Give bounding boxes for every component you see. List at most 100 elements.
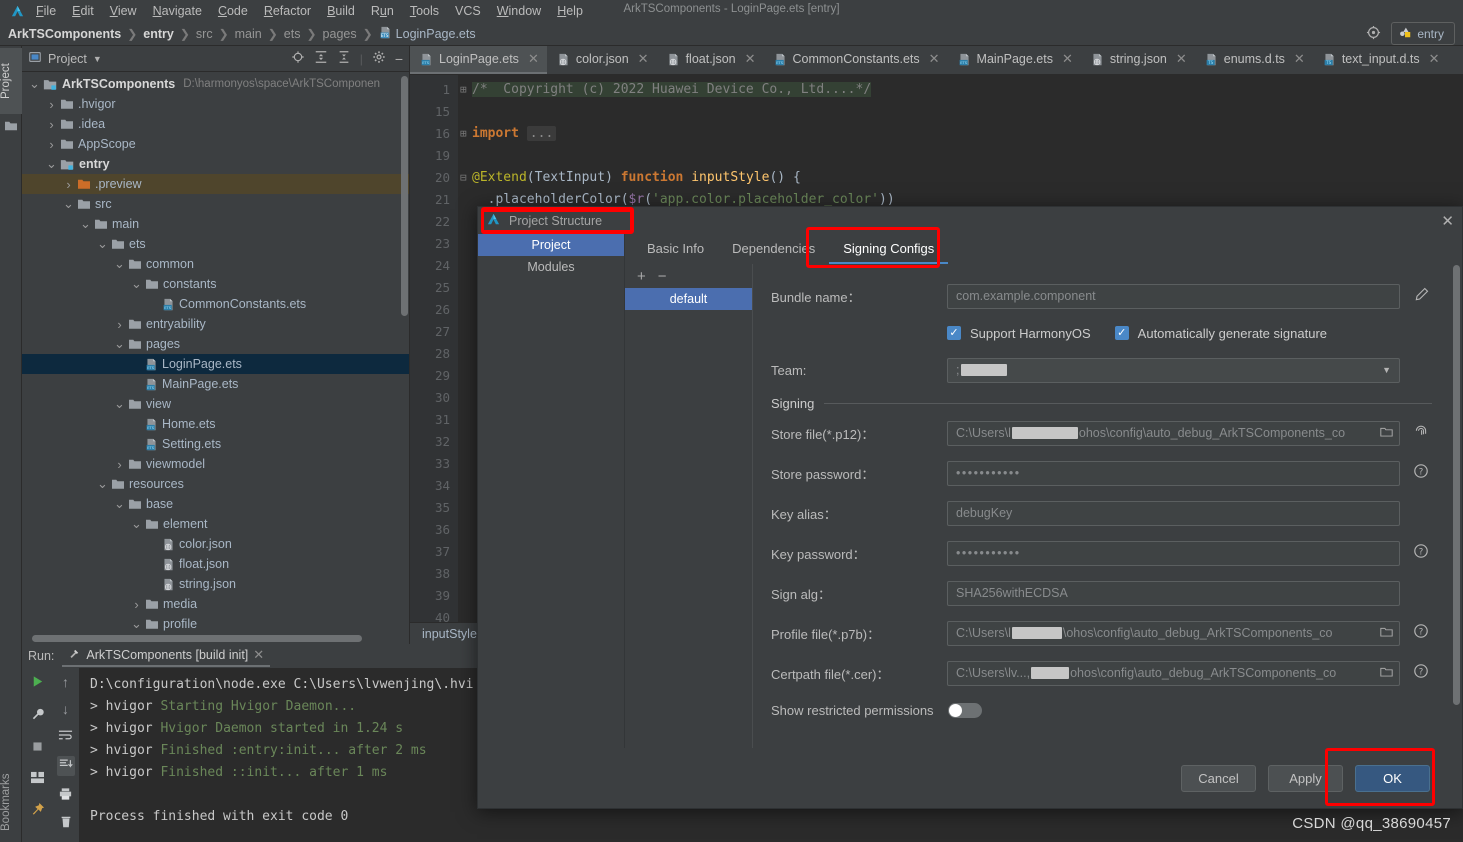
- chevron-right-icon[interactable]: ›: [62, 177, 75, 192]
- layout-icon[interactable]: [30, 771, 45, 787]
- close-icon[interactable]: ✕: [1062, 51, 1073, 67]
- chevron-down-icon[interactable]: ⌄: [45, 157, 58, 170]
- bundle-name-input[interactable]: com.example.component: [947, 283, 1400, 309]
- tree-node-resources[interactable]: ⌄ resources: [22, 474, 409, 494]
- arrow-down-icon[interactable]: ↓: [62, 701, 69, 717]
- tree-node-main[interactable]: ⌄ main: [22, 214, 409, 234]
- run-configuration-selector[interactable]: entry: [1391, 22, 1455, 45]
- chevron-down-icon[interactable]: ⌄: [130, 517, 143, 530]
- signing-config-item-default[interactable]: default: [625, 288, 752, 310]
- help-icon[interactable]: ?: [1410, 663, 1432, 683]
- tree-node-entryability[interactable]: › entryability: [22, 314, 409, 334]
- breadcrumb-entry[interactable]: entry: [143, 27, 174, 41]
- checkbox-support-harmonyos[interactable]: ✓ Support HarmonyOS: [947, 319, 1091, 347]
- menu-view[interactable]: View: [102, 2, 145, 20]
- tree-node-setting-ets[interactable]: ETS Setting.ets: [22, 434, 409, 454]
- chevron-right-icon[interactable]: ›: [45, 137, 58, 152]
- dialog-nav-project[interactable]: Project: [478, 234, 624, 256]
- wrench-icon[interactable]: [30, 707, 45, 725]
- close-icon[interactable]: ✕: [528, 51, 539, 67]
- editor-tab-enums-d-ts[interactable]: TS enums.d.ts ✕: [1195, 46, 1313, 74]
- chevron-down-icon[interactable]: ⌄: [96, 477, 109, 490]
- editor-tab-loginpage-ets[interactable]: ETS LoginPage.ets ✕: [410, 46, 547, 74]
- chevron-down-icon[interactable]: ⌄: [79, 217, 92, 230]
- breadcrumb-main[interactable]: main: [235, 27, 262, 41]
- tree-node-entry[interactable]: ⌄ entry: [22, 154, 409, 174]
- editor-tab-text-input-d-ts[interactable]: TS text_input.d.ts ✕: [1313, 46, 1448, 74]
- browse-folder-icon[interactable]: [1380, 426, 1393, 441]
- print-icon[interactable]: [58, 787, 73, 804]
- tree-node-element[interactable]: ⌄ element: [22, 514, 409, 534]
- close-icon[interactable]: ✕: [1441, 212, 1454, 230]
- close-icon[interactable]: ✕: [1176, 51, 1187, 67]
- cancel-button[interactable]: Cancel: [1181, 764, 1256, 792]
- breadcrumb-ets[interactable]: ets: [284, 27, 301, 41]
- editor-tab-float-json[interactable]: float.json ✕: [657, 46, 764, 74]
- chevron-right-icon[interactable]: ›: [130, 597, 143, 612]
- chevron-down-icon[interactable]: ⌄: [113, 397, 126, 410]
- run-panel-tab[interactable]: ArkTSComponents [build init] ✕: [62, 645, 271, 667]
- tree-node--preview[interactable]: › .preview: [22, 174, 409, 194]
- editor-tab-color-json[interactable]: color.json ✕: [547, 46, 657, 74]
- locate-file-icon[interactable]: [291, 50, 305, 67]
- show-restricted-toggle[interactable]: [947, 702, 982, 718]
- tree-node-mainpage-ets[interactable]: ETS MainPage.ets: [22, 374, 409, 394]
- chevron-down-icon[interactable]: ⌄: [113, 337, 126, 350]
- breadcrumb-file[interactable]: LoginPage.ets: [396, 27, 476, 41]
- add-config-button[interactable]: +: [637, 268, 646, 285]
- menu-window[interactable]: Window: [489, 2, 549, 20]
- team-select[interactable]: ; ▼: [947, 357, 1400, 383]
- editor-breadcrumb-function[interactable]: inputStyle: [422, 627, 477, 641]
- store-password-input[interactable]: •••••••••••: [947, 460, 1400, 486]
- chevron-down-icon[interactable]: ▼: [1382, 365, 1391, 375]
- chevron-down-icon[interactable]: ⌄: [130, 617, 143, 630]
- tab-basic-info[interactable]: Basic Info: [633, 237, 718, 264]
- tree-node-commonconstants-ets[interactable]: ETS CommonConstants.ets: [22, 294, 409, 314]
- hide-panel-icon[interactable]: −: [395, 52, 403, 66]
- tree-node-src[interactable]: ⌄ src: [22, 194, 409, 214]
- store-file-input[interactable]: C:\Users\l ohos\config\auto_debug_ArkTSC…: [947, 420, 1400, 446]
- tree-node-loginpage-ets[interactable]: ETS LoginPage.ets: [22, 354, 409, 374]
- rerun-icon[interactable]: [30, 674, 45, 692]
- browse-folder-icon[interactable]: [1380, 666, 1393, 681]
- editor-tab-string-json[interactable]: string.json ✕: [1081, 46, 1195, 74]
- close-icon[interactable]: ✕: [1294, 51, 1305, 67]
- tree-node-common[interactable]: ⌄ common: [22, 254, 409, 274]
- chevron-down-icon[interactable]: ⌄: [28, 77, 41, 90]
- tree-node-profile[interactable]: ⌄ profile: [22, 614, 409, 632]
- expand-all-icon[interactable]: [314, 50, 328, 67]
- close-icon[interactable]: ✕: [253, 647, 264, 663]
- help-icon[interactable]: ?: [1410, 543, 1432, 563]
- certpath-file-input[interactable]: C:\Users\lv..., ohos\config\auto_debug_A…: [947, 660, 1400, 686]
- tree-node--idea[interactable]: › .idea: [22, 114, 409, 134]
- tab-signing-configs[interactable]: Signing Configs: [829, 237, 949, 264]
- menu-run[interactable]: Run: [363, 2, 402, 20]
- menu-tools[interactable]: Tools: [402, 2, 447, 20]
- tree-node-media[interactable]: › media: [22, 594, 409, 614]
- tab-dependencies[interactable]: Dependencies: [718, 237, 829, 264]
- dialog-nav-modules[interactable]: Modules: [478, 256, 624, 278]
- tree-node-float-json[interactable]: float.json: [22, 554, 409, 574]
- tool-window-project[interactable]: Project: [0, 48, 22, 114]
- editor-tab-bar[interactable]: ETS LoginPage.ets ✕ color.json ✕ float.json ✕ E…: [410, 46, 1463, 75]
- chevron-down-icon[interactable]: ⌄: [62, 197, 75, 210]
- chevron-down-icon[interactable]: ⌄: [113, 497, 126, 510]
- close-icon[interactable]: ✕: [745, 51, 756, 67]
- close-icon[interactable]: ✕: [638, 51, 649, 67]
- apply-button[interactable]: Apply: [1268, 764, 1343, 792]
- menu-refactor[interactable]: Refactor: [256, 2, 319, 20]
- tree-node-color-json[interactable]: color.json: [22, 534, 409, 554]
- gear-icon[interactable]: [372, 50, 386, 67]
- breadcrumb-src[interactable]: src: [196, 27, 213, 41]
- tree-node-view[interactable]: ⌄ view: [22, 394, 409, 414]
- menu-edit[interactable]: Edit: [64, 2, 102, 20]
- breadcrumb-project[interactable]: ArkTSComponents: [8, 27, 121, 41]
- chevron-right-icon[interactable]: ›: [113, 317, 126, 332]
- tree-node-viewmodel[interactable]: › viewmodel: [22, 454, 409, 474]
- dialog-vertical-scrollbar[interactable]: [1453, 265, 1460, 705]
- close-icon[interactable]: ✕: [929, 51, 940, 67]
- close-icon[interactable]: ✕: [1429, 51, 1440, 67]
- breadcrumb-pages[interactable]: pages: [323, 27, 357, 41]
- tree-node-home-ets[interactable]: ETS Home.ets: [22, 414, 409, 434]
- project-file-tree[interactable]: ⌄ ArkTSComponents D:\harmonyos\space\ArkTS…: [22, 72, 409, 632]
